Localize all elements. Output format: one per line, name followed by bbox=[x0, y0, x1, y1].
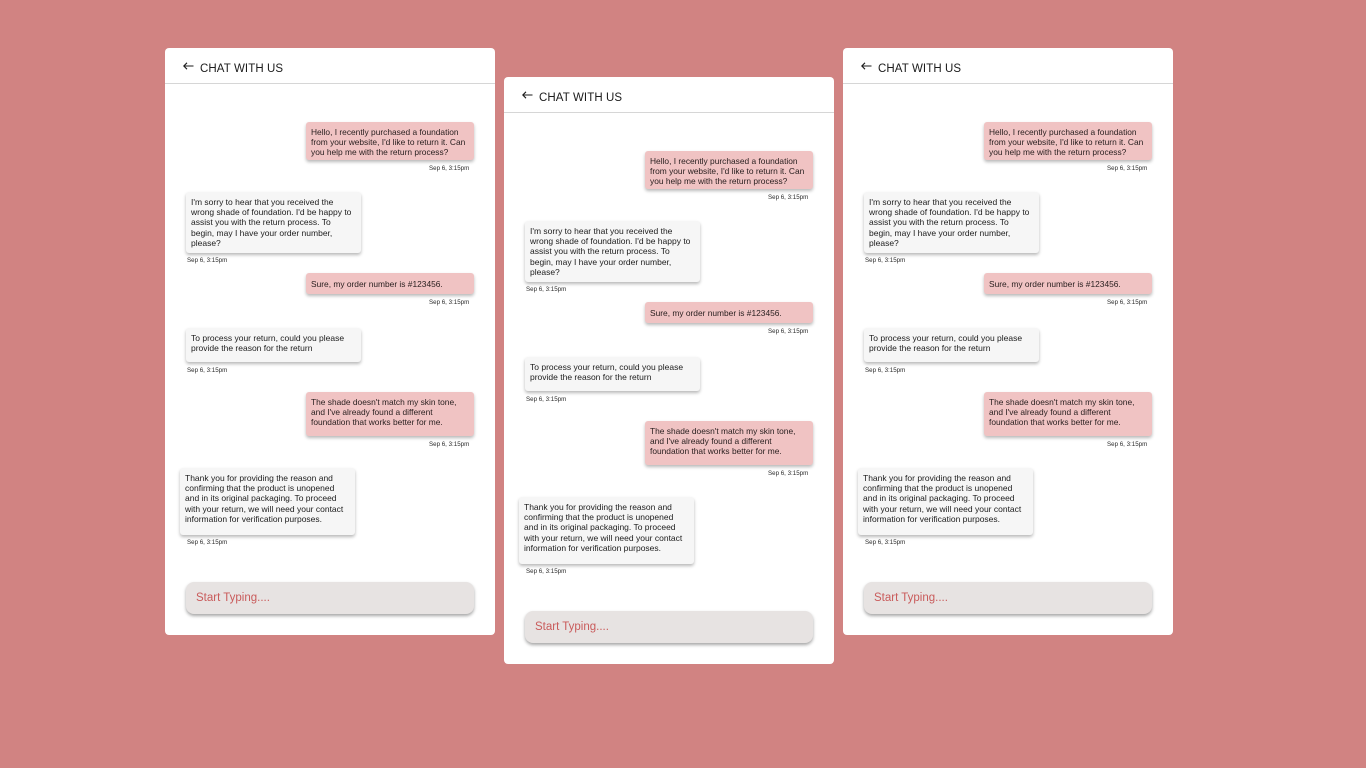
message-timestamp: Sep 6, 3:15pm bbox=[865, 539, 906, 546]
message-timestamp: Sep 6, 3:15pm bbox=[865, 257, 906, 264]
message-list: Hello, I recently purchased a foundation… bbox=[843, 84, 1173, 635]
message-list: Hello, I recently purchased a foundation… bbox=[504, 113, 834, 664]
chat-title: CHAT WITH US bbox=[878, 63, 962, 75]
user-message: Hello, I recently purchased a foundation… bbox=[645, 151, 813, 189]
message-timestamp: Sep 6, 3:15pm bbox=[187, 257, 228, 264]
user-message: Hello, I recently purchased a foundation… bbox=[984, 122, 1152, 160]
user-message: The shade doesn't match my skin tone, an… bbox=[306, 392, 474, 436]
message-timestamp: Sep 6, 3:15pm bbox=[429, 441, 470, 448]
chat-title: CHAT WITH US bbox=[200, 63, 284, 75]
message-timestamp: Sep 6, 3:15pm bbox=[1107, 165, 1148, 172]
message-input-box[interactable] bbox=[186, 582, 474, 614]
message-timestamp: Sep 6, 3:15pm bbox=[526, 568, 567, 575]
arrow-left-icon[interactable] bbox=[861, 62, 872, 70]
message-input[interactable] bbox=[194, 591, 466, 605]
message-timestamp: Sep 6, 3:15pm bbox=[768, 194, 809, 201]
message-timestamp: Sep 6, 3:15pm bbox=[1107, 299, 1148, 306]
user-message: Hello, I recently purchased a foundation… bbox=[306, 122, 474, 160]
chat-header: CHAT WITH US bbox=[504, 77, 834, 113]
message-timestamp: Sep 6, 3:15pm bbox=[768, 470, 809, 477]
message-list: Hello, I recently purchased a foundation… bbox=[165, 84, 495, 635]
message-timestamp: Sep 6, 3:15pm bbox=[429, 299, 470, 306]
user-message: The shade doesn't match my skin tone, an… bbox=[984, 392, 1152, 436]
chat-header: CHAT WITH US bbox=[843, 48, 1173, 84]
user-message: Sure, my order number is #123456. bbox=[645, 302, 813, 323]
user-message: The shade doesn't match my skin tone, an… bbox=[645, 421, 813, 465]
message-timestamp: Sep 6, 3:15pm bbox=[768, 328, 809, 335]
agent-message: To process your return, could you please… bbox=[525, 357, 700, 391]
chat-title: CHAT WITH US bbox=[539, 92, 623, 104]
agent-message: To process your return, could you please… bbox=[186, 328, 361, 362]
arrow-left-icon[interactable] bbox=[183, 62, 194, 70]
chat-panel-right: CHAT WITH US Hello, I recently purchased… bbox=[843, 48, 1173, 635]
agent-message: Thank you for providing the reason and c… bbox=[519, 497, 694, 564]
agent-message: I'm sorry to hear that you received the … bbox=[186, 192, 361, 253]
message-input[interactable] bbox=[533, 620, 805, 634]
message-timestamp: Sep 6, 3:15pm bbox=[526, 286, 567, 293]
chat-header: CHAT WITH US bbox=[165, 48, 495, 84]
message-input-box[interactable] bbox=[525, 611, 813, 643]
message-timestamp: Sep 6, 3:15pm bbox=[865, 367, 906, 374]
agent-message: Thank you for providing the reason and c… bbox=[858, 468, 1033, 535]
agent-message: I'm sorry to hear that you received the … bbox=[525, 221, 700, 282]
user-message: Sure, my order number is #123456. bbox=[984, 273, 1152, 294]
user-message: Sure, my order number is #123456. bbox=[306, 273, 474, 294]
message-timestamp: Sep 6, 3:15pm bbox=[429, 165, 470, 172]
message-timestamp: Sep 6, 3:15pm bbox=[187, 539, 228, 546]
agent-message: I'm sorry to hear that you received the … bbox=[864, 192, 1039, 253]
message-input[interactable] bbox=[872, 591, 1144, 605]
chat-panel-left: CHAT WITH US Hello, I recently purchased… bbox=[165, 48, 495, 635]
agent-message: Thank you for providing the reason and c… bbox=[180, 468, 355, 535]
arrow-left-icon[interactable] bbox=[522, 91, 533, 99]
chat-panel-center: CHAT WITH US Hello, I recently purchased… bbox=[504, 77, 834, 664]
message-timestamp: Sep 6, 3:15pm bbox=[187, 367, 228, 374]
message-timestamp: Sep 6, 3:15pm bbox=[526, 396, 567, 403]
agent-message: To process your return, could you please… bbox=[864, 328, 1039, 362]
message-input-box[interactable] bbox=[864, 582, 1152, 614]
message-timestamp: Sep 6, 3:15pm bbox=[1107, 441, 1148, 448]
